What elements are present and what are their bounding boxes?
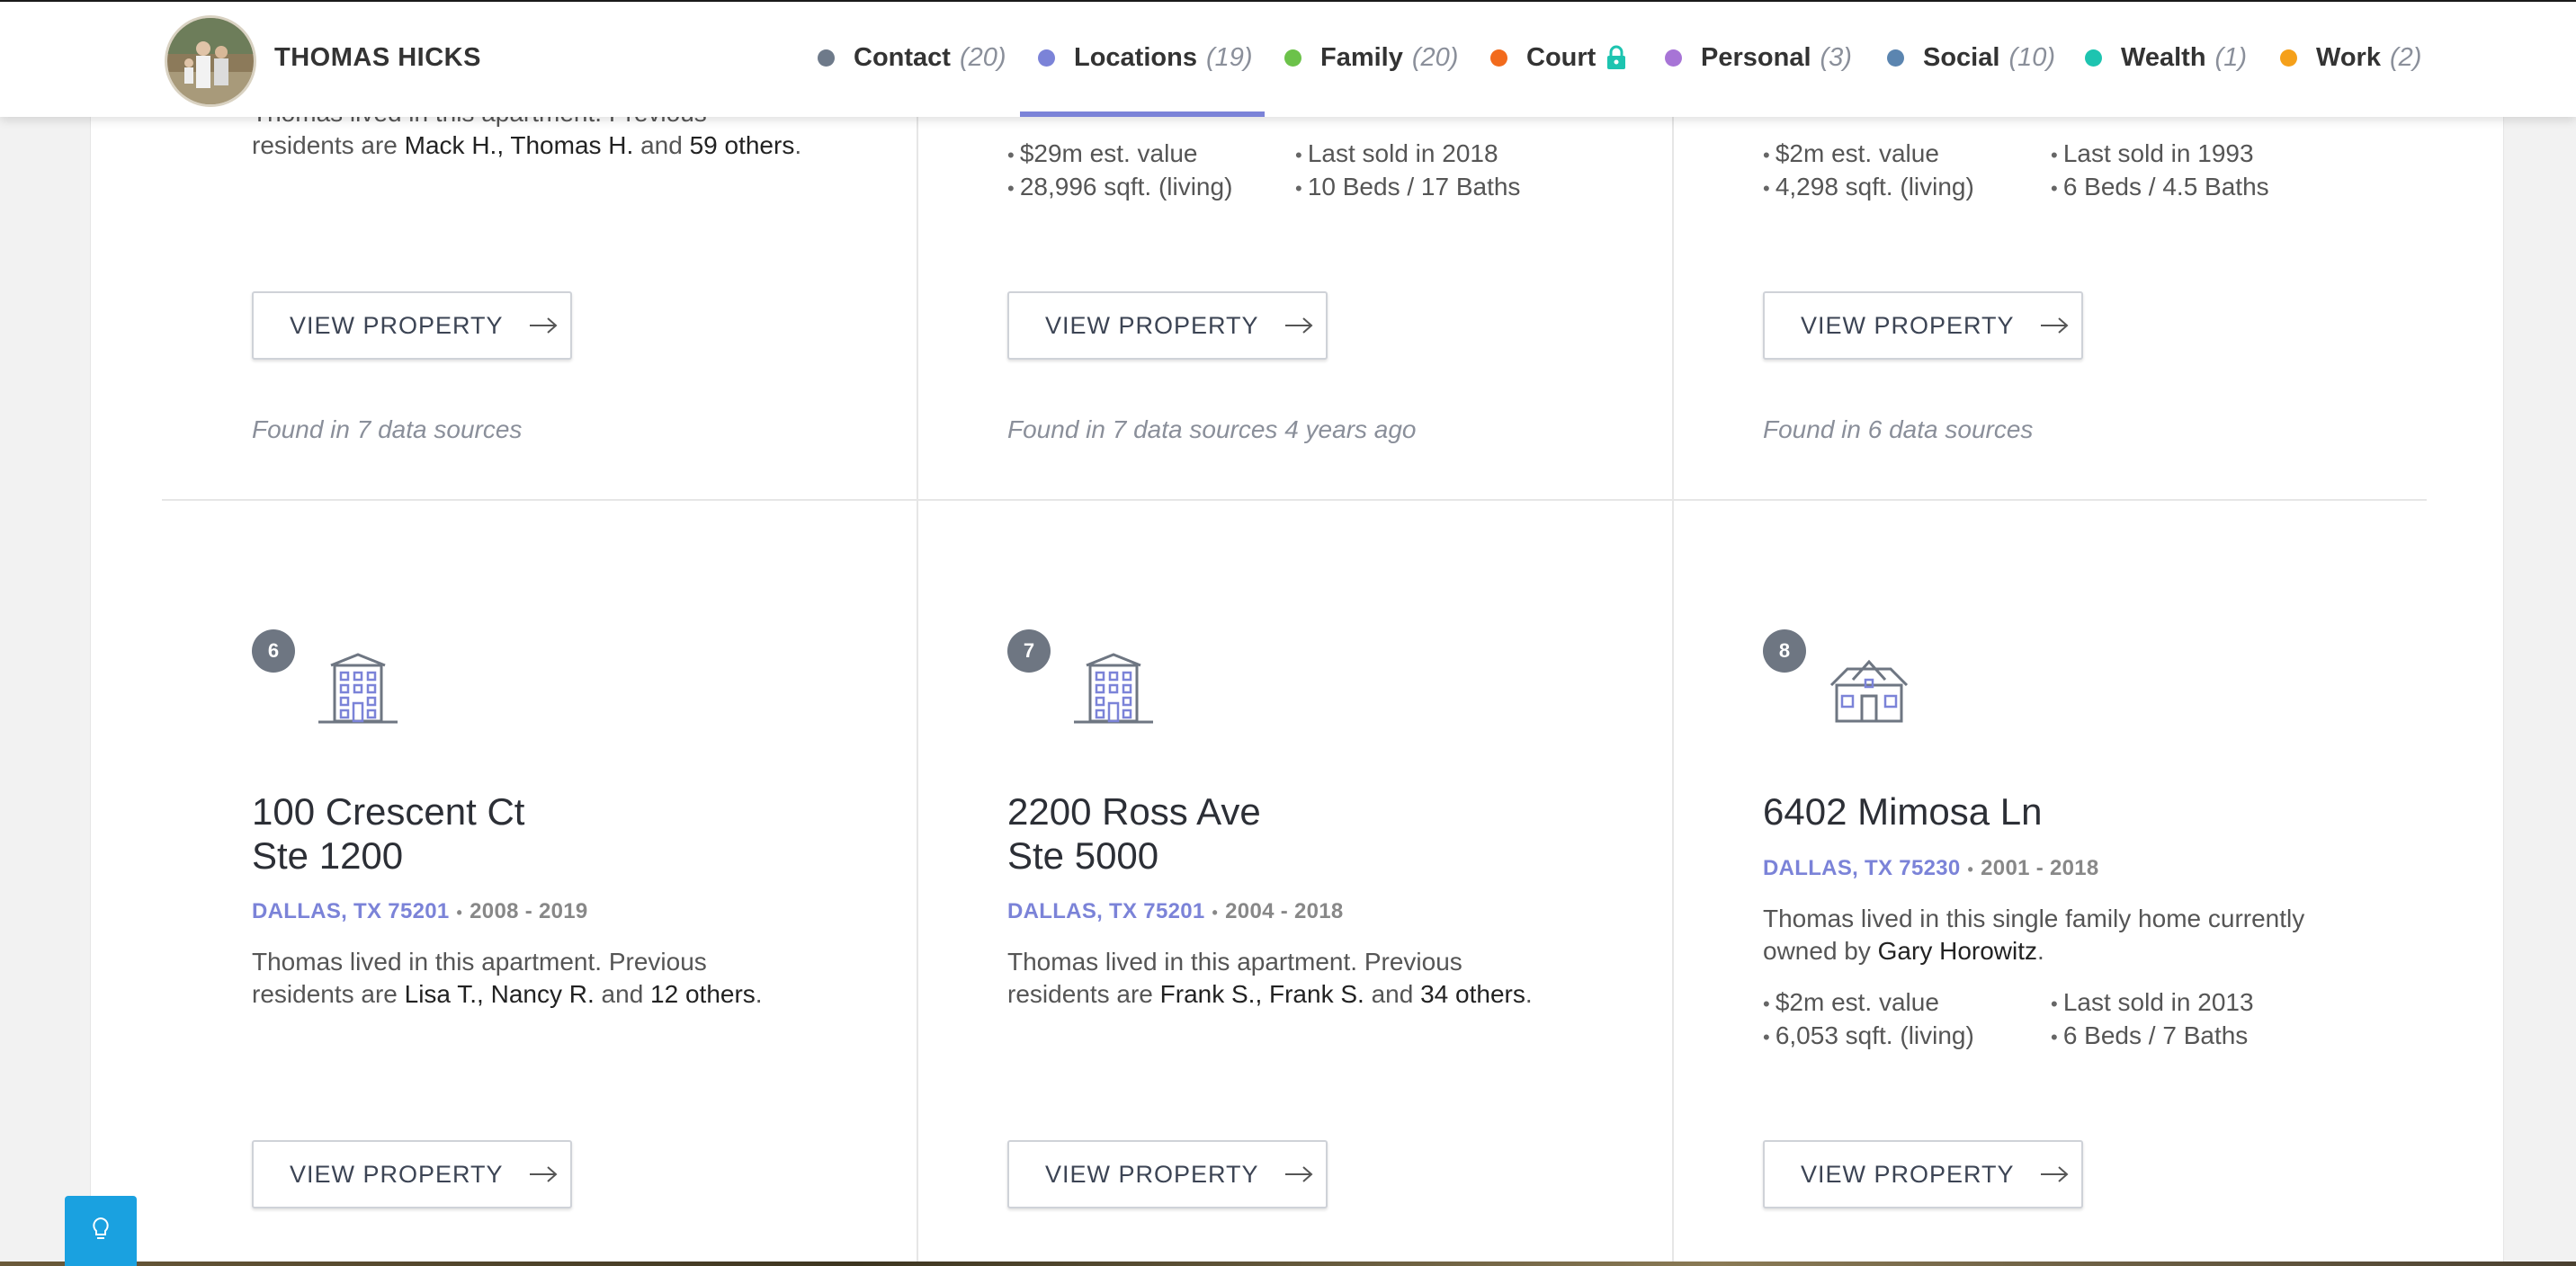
view-property-button[interactable]: VIEW PROPERTY: [1007, 1140, 1328, 1208]
resident-names: Mack H., Thomas H.: [404, 131, 634, 159]
fact-beds-baths: 10 Beds / 17 Baths: [1295, 170, 1521, 205]
lock-icon: [1606, 45, 1626, 70]
fact-beds-baths: 6 Beds / 7 Baths: [2051, 1019, 2248, 1054]
property-address: 6402 Mimosa Ln: [1763, 790, 2043, 833]
row-divider: [162, 499, 2427, 501]
arrow-right-icon: [1284, 1165, 1313, 1183]
property-meta: DALLAS, TX 75230 • 2001 - 2018: [1763, 856, 2099, 880]
tab-family[interactable]: Family (20): [1284, 40, 1458, 76]
tab-contact[interactable]: Contact (20): [818, 40, 1006, 76]
other-residents: 59 others: [689, 131, 795, 159]
city-link[interactable]: DALLAS, TX 75201: [1007, 899, 1205, 923]
arrow-right-icon: [529, 1165, 558, 1183]
fact-sqft: 4,298 sqft. (living): [1763, 170, 1974, 205]
status-dot: [1887, 49, 1904, 67]
location-number-badge: 8: [1763, 629, 1806, 673]
years-range: 2001 - 2018: [1981, 856, 2099, 880]
tips-button[interactable]: [65, 1196, 137, 1266]
report-header: THOMAS HICKS Contact (20) Locations (19) F…: [0, 0, 2576, 117]
resident-names: Lisa T., Nancy R.: [404, 980, 595, 1008]
data-sources-note: Found in 7 data sources: [252, 415, 523, 443]
property-description: Thomas lived in this apartment. Previous…: [252, 948, 763, 1008]
fact-last-sold: Last sold in 2013: [2051, 985, 2254, 1021]
view-property-button[interactable]: VIEW PROPERTY: [1763, 291, 2083, 360]
view-property-button[interactable]: VIEW PROPERTY: [252, 1140, 572, 1208]
view-property-button[interactable]: VIEW PROPERTY: [252, 291, 572, 360]
status-dot: [2280, 49, 2297, 67]
tab-locations[interactable]: Locations (19): [1038, 40, 1253, 76]
property-meta: DALLAS, TX 75201 • 2004 - 2018: [1007, 899, 1344, 923]
tab-social[interactable]: Social (10): [1887, 40, 2055, 76]
city-link[interactable]: DALLAS, TX 75201: [252, 899, 450, 923]
status-dot: [1284, 49, 1301, 67]
column-divider: [1672, 0, 1674, 1266]
window-bottom-edge: [0, 1262, 2576, 1266]
tab-personal[interactable]: Personal (3): [1665, 40, 1852, 76]
fact-value: $2m est. value: [1763, 137, 1939, 172]
apartment-building-icon: [315, 647, 401, 738]
fact-value: $2m est. value: [1763, 985, 1939, 1021]
years-range: 2004 - 2018: [1225, 899, 1344, 923]
resident-names: Frank S., Frank S.: [1159, 980, 1364, 1008]
arrow-right-icon: [529, 316, 558, 334]
city-link[interactable]: DALLAS, TX 75230: [1763, 856, 1961, 880]
fact-last-sold: Last sold in 1993: [2051, 137, 2254, 172]
other-residents: 34 others: [1420, 980, 1525, 1008]
column-divider: [917, 0, 918, 1266]
tab-work[interactable]: Work (2): [2280, 40, 2421, 76]
property-address: 100 Crescent Ct Ste 1200: [252, 790, 525, 877]
fact-beds-baths: 6 Beds / 4.5 Baths: [2051, 170, 2269, 205]
view-property-button[interactable]: VIEW PROPERTY: [1007, 291, 1328, 360]
profile-name: THOMAS HICKS: [274, 43, 481, 72]
tab-court[interactable]: Court: [1490, 40, 1626, 76]
status-dot: [1490, 49, 1507, 67]
status-dot: [1038, 49, 1055, 67]
property-description: Thomas lived in this single family home …: [1763, 905, 2305, 965]
status-dot: [818, 49, 835, 67]
lightbulb-icon: [90, 1216, 112, 1247]
house-icon: [1826, 656, 1912, 729]
data-sources-note: Found in 6 data sources: [1763, 415, 2034, 443]
status-dot: [1665, 49, 1682, 67]
tab-wealth[interactable]: Wealth (1): [2085, 40, 2247, 76]
arrow-right-icon: [2040, 1165, 2069, 1183]
location-number-badge: 6: [252, 629, 295, 673]
location-number-badge: 7: [1007, 629, 1051, 673]
data-sources-note: Found in 7 data sources 4 years ago: [1007, 415, 1417, 443]
property-description: Thomas lived in this apartment. Previous…: [1007, 948, 1533, 1008]
active-tab-indicator: [1020, 111, 1265, 117]
arrow-right-icon: [1284, 316, 1313, 334]
owner-name: Gary Horowitz: [1877, 937, 2038, 965]
property-meta: DALLAS, TX 75201 • 2008 - 2019: [252, 899, 588, 923]
fact-sqft: 28,996 sqft. (living): [1007, 170, 1233, 205]
fact-value: $29m est. value: [1007, 137, 1198, 172]
view-property-button[interactable]: VIEW PROPERTY: [1763, 1140, 2083, 1208]
fact-sqft: 6,053 sqft. (living): [1763, 1019, 1974, 1054]
status-dot: [2085, 49, 2102, 67]
arrow-right-icon: [2040, 316, 2069, 334]
avatar[interactable]: [167, 18, 254, 104]
property-address: 2200 Ross Ave Ste 5000: [1007, 790, 1261, 877]
other-residents: 12 others: [650, 980, 756, 1008]
apartment-building-icon: [1070, 647, 1157, 738]
years-range: 2008 - 2019: [470, 899, 588, 923]
fact-last-sold: Last sold in 2018: [1295, 137, 1498, 172]
